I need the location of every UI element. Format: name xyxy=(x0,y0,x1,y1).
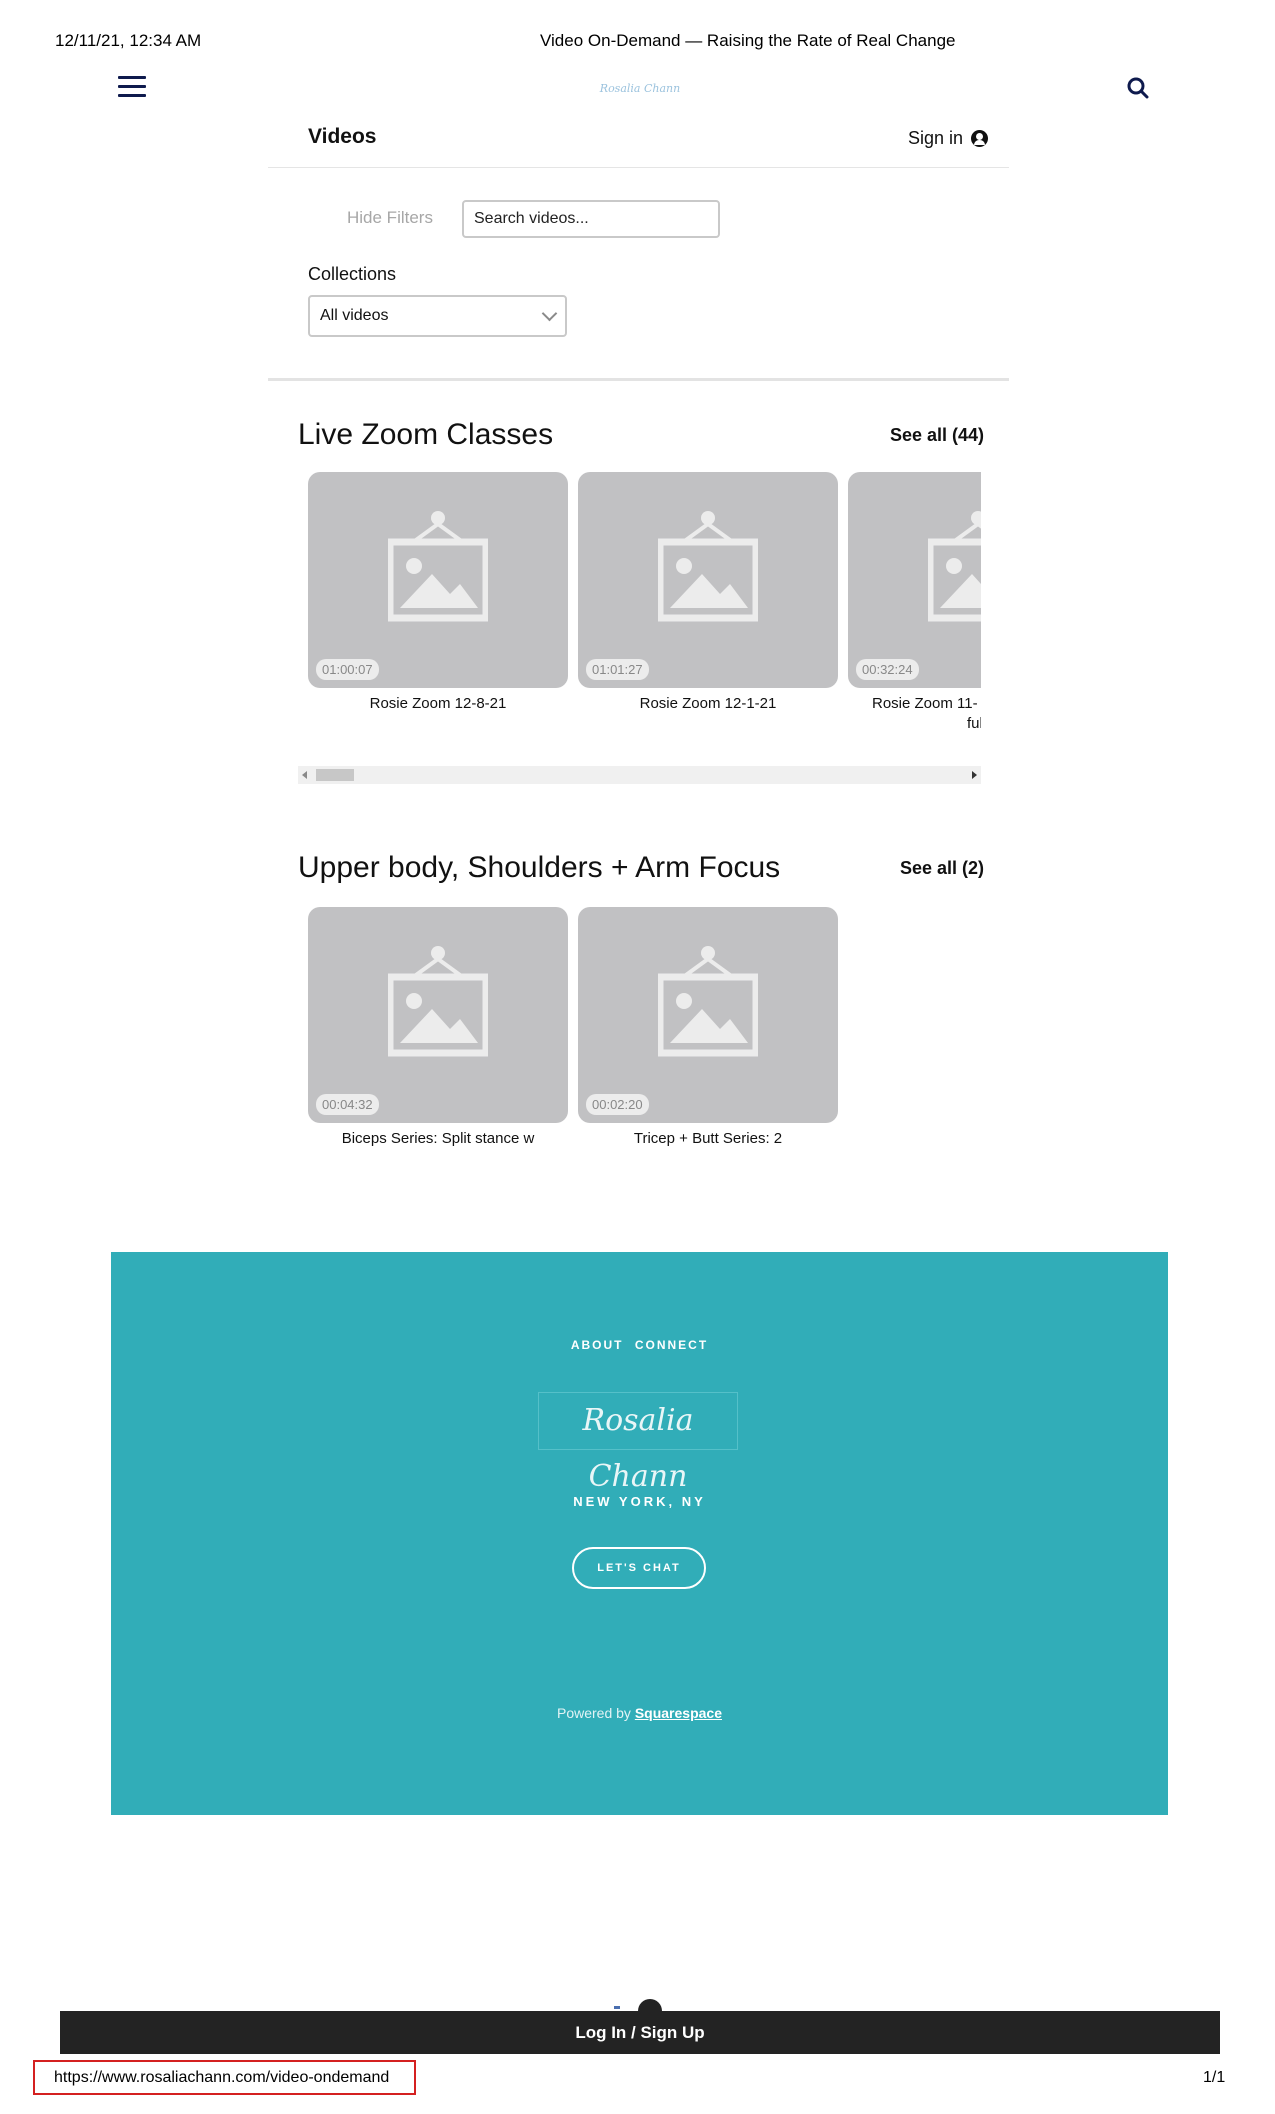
search-videos-input[interactable] xyxy=(462,200,720,238)
video-card[interactable]: 00:32:24 Rosie Zoom 11- full bo xyxy=(848,472,981,734)
print-page-title: Video On-Demand — Raising the Rate of Re… xyxy=(540,31,956,50)
powered-by: Powered by Squarespace xyxy=(111,1705,1168,1721)
video-card[interactable]: 00:02:20 Tricep + Butt Series: 2 xyxy=(578,907,838,1149)
video-carousel[interactable]: 01:00:07 Rosie Zoom 12-8-21 01:01:27 Ros… xyxy=(298,472,981,734)
footer-logo[interactable]: Rosalia Chann xyxy=(538,1392,738,1494)
carousel-scrollbar[interactable] xyxy=(298,766,981,784)
video-title[interactable]: Biceps Series: Split stance w xyxy=(308,1129,568,1149)
hamburger-menu-icon[interactable] xyxy=(118,76,146,100)
site-brand-logo[interactable]: Rosalia Chann xyxy=(580,82,700,95)
image-placeholder-icon xyxy=(658,946,758,1057)
section-title: Upper body, Shoulders + Arm Focus xyxy=(298,851,781,884)
print-datetime: 12/11/21, 12:34 AM xyxy=(55,31,202,50)
squarespace-link[interactable]: Squarespace xyxy=(635,1705,722,1721)
video-card[interactable]: 01:01:27 Rosie Zoom 12-1-21 xyxy=(578,472,838,714)
video-title[interactable]: Rosie Zoom 12-8-21 xyxy=(308,694,568,714)
login-signup-bar[interactable]: Log In / Sign Up xyxy=(60,2011,1220,2054)
scrollbar-thumb[interactable] xyxy=(316,769,354,781)
chevron-down-icon xyxy=(541,305,558,321)
scroll-right-arrow-icon[interactable] xyxy=(972,771,977,779)
section-title: Live Zoom Classes xyxy=(298,418,554,451)
filters-divider xyxy=(268,378,1009,381)
video-card[interactable]: 01:00:07 Rosie Zoom 12-8-21 xyxy=(308,472,568,714)
user-circle-icon xyxy=(971,130,989,147)
sign-in-link[interactable]: Sign in xyxy=(908,128,989,149)
scroll-left-arrow-icon[interactable] xyxy=(302,771,307,779)
hide-filters-button[interactable]: Hide Filters xyxy=(347,208,433,228)
video-duration-badge: 01:00:07 xyxy=(316,659,379,680)
video-thumbnail[interactable]: 01:00:07 xyxy=(308,472,568,688)
footer-link-about[interactable]: ABOUT xyxy=(571,1338,624,1352)
collections-selected-value: All videos xyxy=(320,307,389,324)
video-thumbnail[interactable]: 00:02:20 xyxy=(578,907,838,1123)
page-title: Videos xyxy=(308,125,377,148)
footer-link-connect[interactable]: CONNECT xyxy=(635,1338,708,1352)
video-duration-badge: 01:01:27 xyxy=(586,659,649,680)
image-placeholder-icon xyxy=(658,511,758,622)
video-title[interactable]: Rosie Zoom 12-1-21 xyxy=(578,694,838,714)
footer-nav: ABOUT CONNECT xyxy=(111,1338,1168,1352)
footer-location: NEW YORK, NY xyxy=(573,1494,706,1509)
search-icon[interactable] xyxy=(1126,76,1154,104)
print-url: https://www.rosaliachann.com/video-ondem… xyxy=(54,2069,390,2086)
video-title[interactable]: Tricep + Butt Series: 2 xyxy=(578,1129,838,1149)
video-duration-badge: 00:32:24 xyxy=(856,659,919,680)
see-all-link[interactable]: See all (2) xyxy=(900,858,984,879)
image-placeholder-icon xyxy=(388,946,488,1057)
video-thumbnail[interactable]: 00:04:32 xyxy=(308,907,568,1123)
video-card[interactable]: 00:04:32 Biceps Series: Split stance w xyxy=(308,907,568,1149)
video-title-line: full bo xyxy=(967,715,981,732)
header-divider xyxy=(268,167,1009,168)
video-duration-badge: 00:02:20 xyxy=(586,1094,649,1115)
print-page-number: 1/1 xyxy=(1203,2069,1226,2086)
powered-by-label: Powered by xyxy=(557,1705,631,1721)
see-all-link[interactable]: See all (44) xyxy=(890,425,984,446)
collections-select[interactable]: All videos xyxy=(308,295,567,337)
video-carousel[interactable]: 00:04:32 Biceps Series: Split stance w 0… xyxy=(298,907,981,1152)
video-title-line: Rosie Zoom 11- xyxy=(872,695,978,712)
video-thumbnail[interactable]: 00:32:24 xyxy=(848,472,981,688)
video-title[interactable]: Rosie Zoom 11- full bo xyxy=(848,694,981,734)
lets-chat-button[interactable]: LET'S CHAT xyxy=(572,1547,706,1589)
video-duration-badge: 00:04:32 xyxy=(316,1094,379,1115)
sign-in-label: Sign in xyxy=(908,128,964,148)
video-thumbnail[interactable]: 01:01:27 xyxy=(578,472,838,688)
site-footer: ABOUT CONNECT Rosalia Chann NEW YORK, NY… xyxy=(111,1252,1168,1815)
image-placeholder-icon xyxy=(388,511,488,622)
image-placeholder-icon xyxy=(928,511,981,622)
collections-label: Collections xyxy=(308,264,397,284)
